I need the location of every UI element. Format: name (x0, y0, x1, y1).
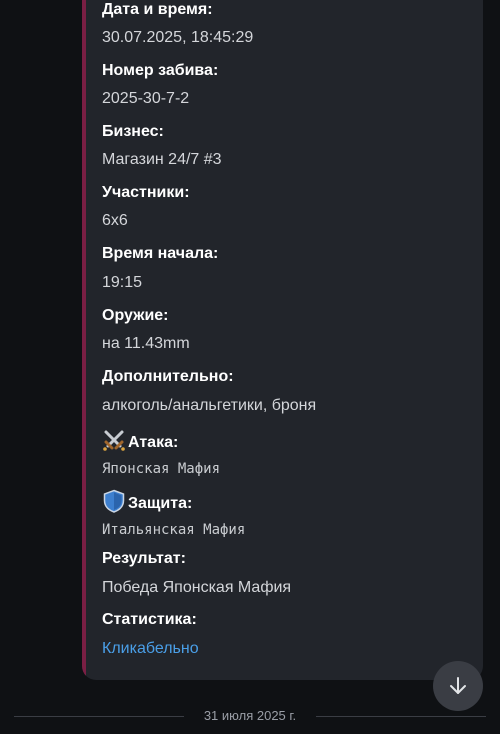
date-separator: 31 июля 2025 г. (0, 705, 500, 727)
result-label: Результат: (102, 550, 186, 567)
match-number-label: Номер забива: (102, 62, 219, 79)
scroll-down-button[interactable] (433, 661, 483, 711)
participants-label: Участники: (102, 184, 190, 201)
crossed-swords-icon (103, 430, 125, 451)
match-number-value: 2025-30-7-2 (102, 90, 190, 107)
statistics-link[interactable]: Кликабельно (102, 639, 199, 659)
participants-value: 6x6 (102, 212, 128, 229)
start-time-value: 19:15 (102, 274, 143, 291)
additional-label: Дополнительно: (102, 368, 234, 385)
result-value: Победа Японская Мафия (102, 579, 292, 596)
date-separator-label: 31 июля 2025 г. (203, 708, 297, 723)
datetime-label: Дата и время: (102, 1, 213, 18)
shield-icon (103, 489, 125, 513)
start-time-label: Время начала: (102, 245, 219, 262)
business-value: Магазин 24/7 #3 (102, 151, 222, 168)
weapon-value: на 11.43mm (102, 335, 190, 352)
statistics-label: Статистика: (102, 611, 197, 628)
attack-row: Атака: (102, 428, 178, 453)
quote-accent-bar (82, 0, 86, 680)
datetime-value: 30.07.2025, 18:45:29 (102, 29, 254, 46)
business-label: Бизнес: (102, 123, 164, 140)
message-bubble: Дата и время: 30.07.2025, 18:45:29 Номер… (82, 0, 483, 680)
defense-label: Защита: (128, 495, 193, 512)
attack-value: Японская Мафия (102, 461, 221, 477)
arrow-down-icon (450, 677, 466, 694)
defense-row: Защита: (102, 489, 192, 514)
additional-value: алкоголь/анальгетики, броня (102, 397, 317, 414)
defense-value: Итальянская Мафия (102, 522, 246, 538)
weapon-label: Оружие: (102, 307, 169, 324)
attack-label: Атака: (128, 434, 179, 451)
